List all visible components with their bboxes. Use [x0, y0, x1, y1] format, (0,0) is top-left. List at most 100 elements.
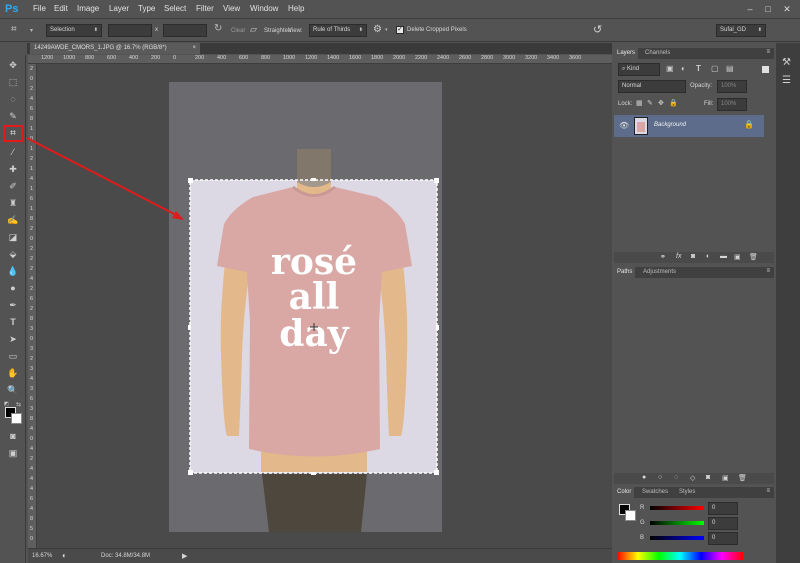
crop-tool-icon[interactable]: ⌗	[11, 24, 17, 35]
filter-toggle-switch[interactable]	[762, 66, 769, 73]
blue-slider[interactable]	[650, 536, 704, 540]
document-tab[interactable]: 14249AWDE_CMORS_1.JPG @ 16.7% (RGB/8*) ×	[30, 43, 200, 54]
menu-select[interactable]: Select	[164, 4, 186, 13]
tab-paths[interactable]: Paths	[614, 267, 636, 278]
crop-handle-bottom[interactable]	[311, 472, 316, 475]
chevron-down-icon[interactable]: ▾	[385, 27, 388, 33]
crop-handle-bottom-right[interactable]	[434, 470, 439, 475]
lasso-tool-icon[interactable]: ◌	[5, 92, 21, 106]
blur-tool-icon[interactable]: 💧	[5, 264, 21, 278]
layer-style-icon[interactable]: fx	[676, 253, 681, 260]
fill-path-icon[interactable]: ●	[642, 474, 646, 481]
tab-adjustments[interactable]: Adjustments	[640, 267, 679, 278]
pen-tool-icon[interactable]: ✒	[5, 298, 21, 312]
new-layer-icon[interactable]: ▣	[734, 253, 741, 261]
color-background-swatch[interactable]	[625, 510, 636, 521]
delete-cropped-checkbox[interactable]: ✓	[396, 26, 404, 34]
crop-handle-top[interactable]	[311, 178, 316, 181]
reset-icon[interactable]: ↺	[593, 23, 602, 36]
menu-type[interactable]: Type	[138, 4, 155, 13]
straighten-icon[interactable]: ▱	[250, 24, 257, 35]
clear-button[interactable]: Clear	[231, 28, 245, 34]
menu-filter[interactable]: Filter	[196, 4, 214, 13]
delete-path-icon[interactable]: 🗑	[738, 474, 747, 482]
crop-height-input[interactable]	[163, 24, 207, 37]
blend-mode-select[interactable]: Normal	[618, 80, 686, 93]
tab-color[interactable]: Color	[614, 487, 635, 498]
menu-image[interactable]: Image	[77, 4, 99, 13]
filter-adjustment-icon[interactable]: ◐	[681, 64, 686, 73]
status-menu-arrow-icon[interactable]: ▶	[182, 552, 187, 560]
link-layers-icon[interactable]: ⚭	[660, 253, 666, 261]
minimize-icon[interactable]: –	[744, 3, 756, 15]
panel-menu-icon[interactable]: ≡	[766, 49, 770, 55]
green-slider[interactable]	[650, 521, 704, 525]
filter-pixel-icon[interactable]: ▣	[666, 64, 674, 73]
crop-handle-bottom-left[interactable]	[188, 470, 193, 475]
panel-menu-icon[interactable]: ≡	[766, 488, 770, 494]
clone-stamp-tool-icon[interactable]: ♜	[5, 196, 21, 210]
opacity-input[interactable]: 100%	[717, 80, 747, 93]
adjustment-layer-icon[interactable]: ◐	[706, 253, 710, 260]
background-color-swatch[interactable]	[11, 413, 22, 424]
panel-menu-icon[interactable]: ≡	[766, 268, 770, 274]
quick-select-tool-icon[interactable]: ✎	[5, 109, 21, 123]
menu-layer[interactable]: Layer	[109, 4, 129, 13]
green-value-input[interactable]: 0	[708, 517, 738, 530]
crop-handle-right[interactable]	[436, 325, 439, 330]
filter-smart-object-icon[interactable]: ▤	[726, 64, 734, 73]
stroke-path-icon[interactable]: ○	[658, 474, 662, 481]
menu-file[interactable]: File	[33, 4, 46, 13]
load-selection-icon[interactable]: ◌	[674, 474, 678, 481]
menu-view[interactable]: View	[223, 4, 240, 13]
eraser-tool-icon[interactable]: ◪	[5, 230, 21, 244]
red-slider[interactable]	[650, 506, 704, 510]
workspace-select[interactable]: Sufal_GD ⬍	[716, 24, 766, 37]
crop-handle-top-right[interactable]	[434, 178, 439, 183]
lock-all-icon[interactable]: 🔒	[669, 99, 678, 107]
layer-filter-kind-select[interactable]: ⌕ Kind	[618, 63, 660, 76]
overlay-view-select[interactable]: Rule of Thirds ⬍	[309, 24, 367, 37]
marquee-tool-icon[interactable]: ⬚	[5, 75, 21, 89]
menu-help[interactable]: Help	[288, 4, 304, 13]
type-tool-icon[interactable]: T	[5, 315, 21, 329]
crop-handle-left[interactable]	[188, 325, 191, 330]
fill-input[interactable]: 100%	[717, 98, 747, 111]
rectangle-tool-icon[interactable]: ▭	[5, 349, 21, 363]
gear-icon[interactable]: ⚙	[373, 24, 382, 35]
blue-value-input[interactable]: 0	[708, 532, 738, 545]
red-value-input[interactable]: 0	[708, 502, 738, 515]
screen-mode-icon[interactable]: ▣	[5, 446, 21, 460]
crop-handle-top-left[interactable]	[188, 178, 193, 183]
properties-panel-icon[interactable]: ☰	[782, 75, 791, 86]
delete-layer-icon[interactable]: 🗑	[749, 253, 758, 261]
quick-mask-icon[interactable]: ◙	[5, 429, 21, 443]
history-panel-icon[interactable]: ⚒	[782, 57, 791, 68]
brush-tool-icon[interactable]: ✐	[5, 179, 21, 193]
eyedropper-tool-icon[interactable]: ⁄	[5, 145, 21, 159]
filter-type-icon[interactable]: T	[696, 64, 701, 73]
lock-position-icon[interactable]: ✥	[658, 99, 664, 107]
new-path-icon[interactable]: ▣	[722, 474, 729, 482]
history-brush-tool-icon[interactable]: ✍	[5, 213, 21, 227]
menu-edit[interactable]: Edit	[54, 4, 68, 13]
maximize-icon[interactable]: □	[762, 3, 774, 15]
add-mask-icon[interactable]: ◙	[691, 253, 695, 260]
crop-width-input[interactable]	[108, 24, 152, 37]
tab-layers[interactable]: Layers	[614, 48, 639, 59]
swap-icon[interactable]: ↻	[214, 23, 222, 34]
tab-styles[interactable]: Styles	[676, 487, 698, 498]
crop-preset-select[interactable]: Selection ⬍	[46, 24, 102, 37]
lock-pixels-icon[interactable]: ✎	[647, 99, 653, 107]
canvas-area[interactable]: rosé all day	[37, 64, 612, 548]
tab-channels[interactable]: Channels	[642, 48, 673, 59]
move-tool-icon[interactable]: ✥	[5, 58, 21, 72]
make-path-icon[interactable]: ◇	[690, 474, 695, 482]
swap-colors-icon[interactable]: ⇆	[16, 401, 21, 408]
healing-brush-tool-icon[interactable]: ✚	[5, 162, 21, 176]
zoom-tool-icon[interactable]: 🔍	[5, 383, 21, 397]
hand-tool-icon[interactable]: ✋	[5, 366, 21, 380]
zoom-level[interactable]: 16.67%	[32, 553, 52, 559]
tab-swatches[interactable]: Swatches	[639, 487, 671, 498]
visibility-eye-icon[interactable]: 👁	[619, 121, 629, 130]
